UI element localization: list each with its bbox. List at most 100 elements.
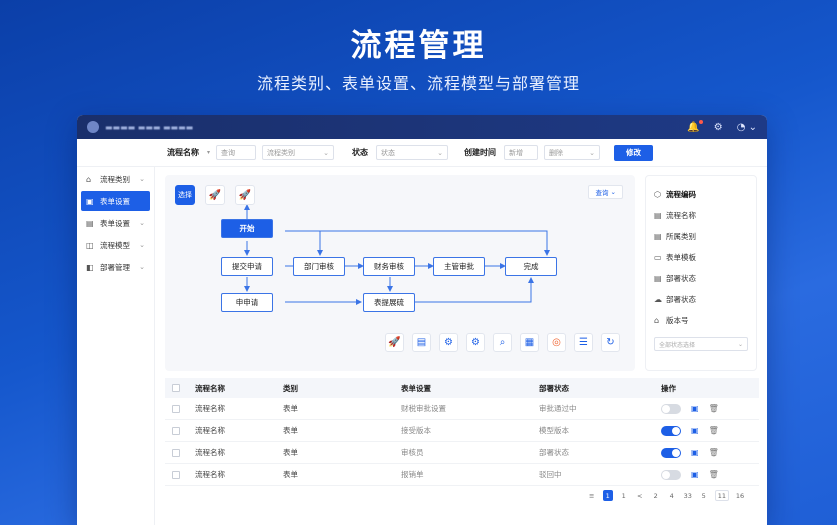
gear-button-2[interactable]: ⚙ [466, 333, 485, 352]
chevron-down-icon: ⌄ [437, 148, 444, 157]
status-select[interactable]: 状态 ⌄ [376, 145, 449, 160]
prop-item-deploy-status-2[interactable]: ☁ 部署状态 [654, 289, 748, 310]
edit-icon[interactable]: ▣ [691, 426, 699, 435]
settings-icon[interactable]: ⚙ [714, 122, 723, 133]
enable-toggle[interactable] [661, 469, 681, 480]
title-bar: ▬▬▬▬ ▬▬▬ ▬▬▬▬ 🔔 ⚙ ◔ ⌄ [77, 115, 767, 139]
flow-node-dept-review[interactable]: 部门审核 [293, 257, 345, 276]
canvas-toolbar: 🚀 ▤ ⚙ ⚙ ⌕ ▦ ◎ ☰ ↻ [385, 333, 620, 352]
doc-icon: ▤ [654, 211, 662, 220]
flow-node-done[interactable]: 完成 [505, 257, 557, 276]
name-search-input[interactable]: 查询 [216, 145, 257, 160]
table-row[interactable]: 流程名称 表单 财税审批设置 审批通过中 ▣ 🗑 [165, 398, 759, 420]
prop-item-code[interactable]: ⬡ 流程编码 [654, 184, 748, 205]
delete-icon[interactable]: 🗑 [709, 426, 719, 435]
model-icon: ◫ [86, 240, 94, 250]
cloud-icon: ☁ [654, 295, 662, 304]
search-icon: ⌕ [499, 337, 506, 348]
refresh-button[interactable]: ↻ [601, 333, 620, 352]
canvas-view-select[interactable]: 查询 ⌄ [588, 185, 623, 199]
flow-node-finance-review[interactable]: 财务审核 [363, 257, 415, 276]
chevron-down-icon: ⌄ [323, 148, 330, 157]
flow-node-start[interactable]: 开始 [221, 219, 273, 238]
page-jump-input[interactable]: 11 [714, 490, 729, 501]
row-checkbox[interactable] [172, 426, 180, 435]
prop-item-template[interactable]: ▭ 表单模板 [654, 247, 748, 268]
delete-icon[interactable]: 🗑 [709, 404, 719, 413]
rocket-button[interactable]: 🚀 [385, 333, 404, 352]
row-checkbox[interactable] [172, 404, 180, 413]
prop-status-select[interactable]: 全部状态选择 ⌄ [654, 337, 748, 351]
row-checkbox[interactable] [172, 448, 180, 457]
submit-button[interactable]: 修改 [614, 144, 654, 161]
select-tool-button[interactable]: 选择 [175, 185, 195, 205]
sidebar: ⌂ 流程类别 ⌄ ▣ 表单设置 ▤ 表单设置 ⌄ ◫ 流程模型 ⌄ ◧ 部署管理… [77, 167, 155, 525]
time-start-input[interactable]: 新增 [504, 145, 539, 160]
pagination: ≡ 1 1 < 2 4 33 5 11 16 [587, 490, 745, 501]
launch-tool-button[interactable]: 🚀 [235, 185, 255, 205]
prev-page-button[interactable]: < [635, 490, 645, 501]
tag-icon: ⌂ [654, 316, 660, 325]
sidebar-item-form-settings-2[interactable]: ▤ 表单设置 ⌄ [81, 213, 150, 233]
delete-icon[interactable]: 🗑 [709, 448, 719, 457]
deploy-icon: ◧ [86, 262, 94, 272]
doc-icon: ▤ [654, 274, 662, 283]
search-button[interactable]: ⌕ [493, 333, 512, 352]
table-row[interactable]: 流程名称 表单 接受版本 模型版本 ▣ 🗑 [165, 420, 759, 442]
table-row[interactable]: 流程名称 表单 报销单 驳回中 ▣ 🗑 [165, 464, 759, 486]
chevron-down-icon: ⌄ [589, 148, 596, 157]
gear-button[interactable]: ⚙ [439, 333, 458, 352]
flow-node-manager-approve[interactable]: 主管审批 [433, 257, 485, 276]
enable-toggle[interactable] [661, 425, 681, 436]
chevron-down-icon: ⌄ [139, 241, 145, 249]
edit-icon[interactable]: ▣ [691, 448, 699, 457]
printer-icon: ▦ [524, 337, 535, 348]
rocket-tool-button[interactable]: 🚀 [205, 185, 225, 205]
page-size-icon[interactable]: ≡ [587, 490, 597, 501]
enable-toggle[interactable] [661, 447, 681, 458]
status-filter-label: 状态 [352, 148, 369, 157]
row-checkbox[interactable] [172, 470, 180, 479]
page-button[interactable]: 5 [699, 490, 709, 501]
flow-node-reapply[interactable]: 申申请 [221, 293, 273, 312]
prop-item-deploy-status[interactable]: ▤ 部署状态 [654, 268, 748, 289]
filter-bar: 流程名称 ▾ 查询 流程类别 ⌄ 状态 状态 ⌄ 创建时间 新增 删除 ⌄ 修改 [77, 139, 767, 167]
edit-icon[interactable]: ▣ [691, 404, 699, 413]
target-button[interactable]: ◎ [547, 333, 566, 352]
delete-icon[interactable]: 🗑 [709, 470, 719, 479]
page-button[interactable]: 2 [651, 490, 661, 501]
flow-canvas[interactable]: 选择 🚀 🚀 查询 ⌄ 开始 提交申请 部门审核 财务审核 主管审批 完成 申申… [165, 175, 635, 371]
edit-icon[interactable]: ▣ [691, 470, 699, 479]
enable-toggle[interactable] [661, 403, 681, 414]
table-row[interactable]: 流程名称 表单 审核员 部署状态 ▣ 🗑 [165, 442, 759, 464]
sidebar-item-model[interactable]: ◫ 流程模型 ⌄ [81, 235, 150, 255]
printer-button[interactable]: ▦ [520, 333, 539, 352]
flow-node-form[interactable]: 表提展硫 [363, 293, 415, 312]
sidebar-item-deploy[interactable]: ◧ 部署管理 ⌄ [81, 257, 150, 277]
wifi-icon[interactable]: ◔ ⌄ [737, 122, 757, 133]
page-total: 16 [735, 491, 745, 500]
bell-icon[interactable]: 🔔 [687, 119, 703, 133]
home-icon: ⌂ [86, 174, 92, 184]
page-button-current[interactable]: 1 [602, 490, 613, 501]
select-all-checkbox[interactable] [172, 384, 180, 392]
page-button[interactable]: 33 [683, 490, 693, 501]
time-end-input[interactable]: 删除 ⌄ [544, 145, 601, 160]
doc-button[interactable]: ▤ [412, 333, 431, 352]
page-button[interactable]: 4 [667, 490, 677, 501]
rocket-icon: 🚀 [208, 189, 222, 201]
flow-node-submit[interactable]: 提交申请 [221, 257, 273, 276]
prop-item-category[interactable]: ▤ 所属类别 [654, 226, 748, 247]
shield-icon: ⬡ [654, 190, 661, 199]
sidebar-item-form-settings[interactable]: ▣ 表单设置 [81, 191, 150, 211]
refresh-icon: ↻ [606, 337, 615, 348]
page-button[interactable]: 1 [619, 490, 629, 501]
sidebar-item-category[interactable]: ⌂ 流程类别 ⌄ [81, 169, 150, 189]
time-filter-label: 创建时间 [464, 148, 497, 157]
list-button[interactable]: ☰ [574, 333, 593, 352]
category-select[interactable]: 流程类别 ⌄ [262, 145, 335, 160]
prop-item-name[interactable]: ▤ 流程名称 [654, 205, 748, 226]
launch-icon: 🚀 [238, 189, 252, 201]
doc-icon: ▤ [416, 337, 427, 348]
prop-item-version[interactable]: ⌂ 版本号 [654, 310, 748, 331]
